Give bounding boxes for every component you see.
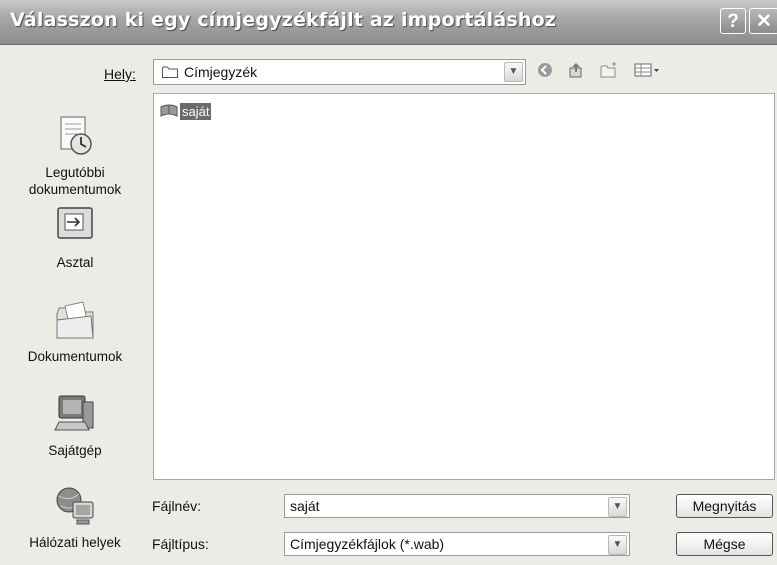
place-network-places[interactable]: Hálózati helyek: [0, 484, 150, 551]
filename-label: Fájlnév:: [152, 498, 202, 514]
help-button[interactable]: ?: [720, 8, 746, 34]
cancel-button[interactable]: Mégse: [676, 532, 773, 556]
filetype-dropdown[interactable]: Címjegyzékfájlok (*.wab) ▼: [284, 532, 630, 556]
place-label: Hálózati helyek: [29, 535, 121, 550]
chevron-down-icon[interactable]: ▼: [608, 497, 627, 517]
filename-field[interactable]: saját ▼: [284, 494, 630, 518]
folder-icon: [162, 66, 178, 78]
place-label: Sajátgép: [48, 443, 102, 458]
dialog-title: Válasszon ki egy címjegyzékfájlt az impo…: [10, 9, 557, 31]
file-name: saját: [180, 103, 212, 120]
my-documents-icon: [56, 301, 94, 339]
my-computer-icon: [54, 395, 94, 431]
network-places-icon: [56, 487, 94, 525]
chevron-down-icon[interactable]: ▼: [504, 62, 523, 82]
close-button[interactable]: ✕: [749, 8, 777, 34]
filetype-value: Címjegyzékfájlok (*.wab): [290, 536, 445, 552]
views-menu-icon[interactable]: [632, 61, 662, 83]
recent-documents-icon: [60, 116, 92, 155]
back-icon[interactable]: [535, 61, 555, 83]
new-folder-icon[interactable]: [598, 61, 620, 83]
place-my-computer[interactable]: Sajátgép: [0, 392, 150, 459]
title-bar: Válasszon ki egy címjegyzékfájlt az impo…: [0, 0, 777, 45]
place-label: Dokumentumok: [27, 349, 123, 364]
place-label: Asztal: [56, 255, 94, 270]
place-my-documents[interactable]: Dokumentumok: [0, 298, 150, 365]
filename-value: saját: [290, 498, 320, 514]
location-dropdown[interactable]: Címjegyzék ▼: [153, 59, 526, 85]
places-bar: Legutóbbi dokumentumok Asztal Dokumentum…: [0, 92, 150, 565]
location-value: Címjegyzék: [184, 64, 258, 80]
file-list[interactable]: saját: [153, 93, 775, 480]
place-recent-documents[interactable]: Legutóbbi dokumentumok: [0, 114, 150, 198]
place-label: Legutóbbi dokumentumok: [28, 165, 122, 197]
filetype-label: Fájltípus:: [152, 536, 209, 552]
place-desktop[interactable]: Asztal: [0, 204, 150, 271]
location-label: Hely:: [104, 66, 136, 82]
up-folder-icon[interactable]: [566, 61, 586, 83]
chevron-down-icon[interactable]: ▼: [608, 535, 627, 555]
open-button[interactable]: Megnyitás: [676, 494, 773, 518]
desktop-icon: [57, 207, 93, 239]
address-book-file-icon: [160, 104, 178, 117]
